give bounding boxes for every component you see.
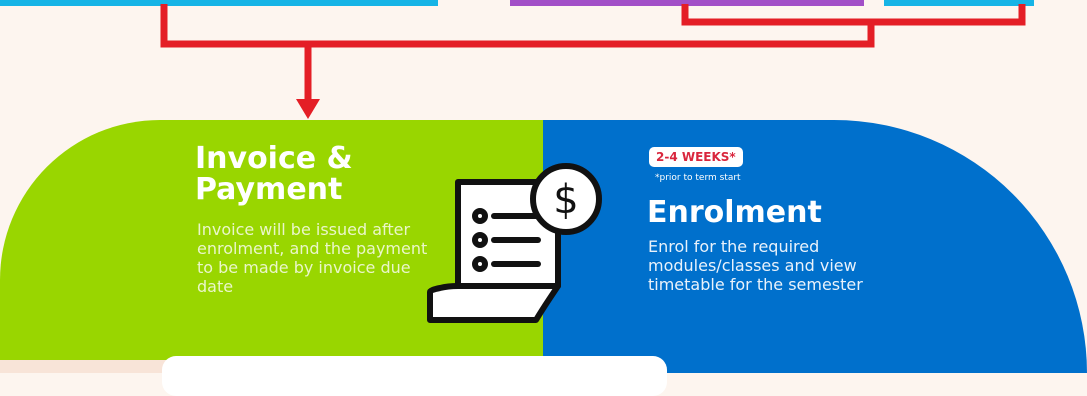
connector-right	[681, 4, 1026, 26]
next-step-card	[162, 356, 667, 396]
invoice-dollar-icon: $	[427, 163, 602, 323]
connector-lines	[160, 4, 1026, 119]
enrolment-description: Enrol for the required modules/classes a…	[648, 237, 863, 294]
svg-text:$: $	[553, 177, 578, 223]
connector-arrowhead	[296, 99, 320, 119]
invoice-description: Invoice will be issued after enrolment, …	[197, 220, 428, 296]
invoice-title: Invoice & Payment	[195, 141, 353, 207]
connector-left	[160, 4, 312, 100]
duration-badge: 2-4 WEEKS*	[649, 147, 743, 167]
duration-note: *prior to term start	[655, 173, 741, 183]
enrolment-title: Enrolment	[647, 195, 822, 230]
